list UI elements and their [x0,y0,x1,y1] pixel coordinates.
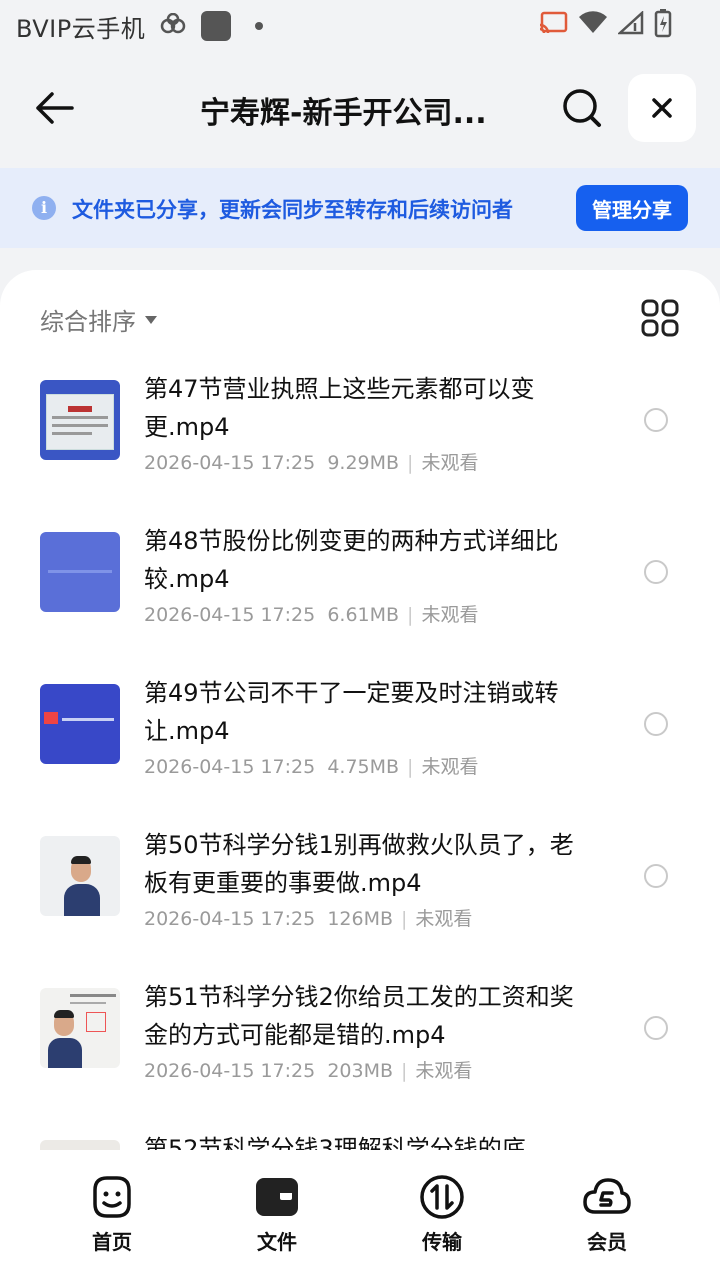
status-bar: BVIP云手机 [0,0,720,52]
wifi-icon [578,11,608,39]
file-row[interactable]: 第47节营业执照上这些元素都可以变更.mp4 2026-04-15 17:25 … [0,362,720,514]
close-button[interactable] [628,74,696,142]
nav-label: 会员 [587,1230,627,1254]
meta-divider: | [407,756,414,778]
dot-icon [255,22,264,30]
file-name: 第52节科学分钱3理解科学分钱的底 [144,1135,526,1150]
cloud-s-icon [583,1178,631,1214]
watch-status: 未观看 [421,756,479,778]
signal-icon [616,10,644,39]
file-row[interactable]: 第49节公司不干了一定要及时注销或转让.mp4 2026-04-15 17:25… [0,666,720,818]
file-name: 第50节科学分钱1别再做救火队员了，老板有更重要的事要做.mp4 [144,831,574,897]
nav-home[interactable]: 首页 [52,1174,172,1255]
link-icon [159,12,187,39]
video-thumbnail [40,836,120,916]
select-checkbox[interactable] [644,1016,668,1040]
file-name: 第49节公司不干了一定要及时注销或转让.mp4 [144,679,559,745]
arrow-left-icon [36,92,74,124]
file-row[interactable]: 第51节科学分钱2你给员工发的工资和奖金的方式可能都是错的.mp4 2026-0… [0,970,720,1122]
sort-dropdown[interactable]: 综合排序 [40,302,158,337]
share-notice-text: 文件夹已分享，更新会同步至转存和后续访问者 [72,198,513,222]
meta-divider: | [407,604,414,626]
file-meta: 2026-04-15 17:25 126MB | 未观看 [144,904,472,931]
video-thumbnail [40,532,120,612]
select-checkbox[interactable] [644,408,668,432]
file-list-panel: 综合排序 第47节营业执照上这些元素都可以变更.mp4 2026-04-15 1… [0,270,720,1150]
video-thumbnail [40,380,120,460]
status-app-label: BVIP云手机 [16,14,146,43]
sort-label: 综合排序 [40,308,136,336]
nav-membership[interactable]: 会员 [547,1174,667,1255]
back-button[interactable] [28,82,80,134]
file-date: 2026-04-15 17:25 [144,756,316,778]
grid-view-button[interactable] [640,298,680,338]
battery-icon [654,8,672,42]
select-checkbox[interactable] [644,864,668,888]
info-icon: i [32,196,56,220]
meta-divider: | [407,452,414,474]
page-title: 宁寿辉-新手开公司... [200,96,487,131]
file-date: 2026-04-15 17:25 [144,604,316,626]
grid-icon [641,299,679,337]
select-checkbox[interactable] [644,712,668,736]
app-square-icon [201,11,232,41]
file-meta: 2026-04-15 17:25 203MB | 未观看 [144,1056,472,1083]
nav-files[interactable]: 文件 [217,1174,337,1255]
file-name: 第51节科学分钱2你给员工发的工资和奖金的方式可能都是错的.mp4 [144,983,574,1049]
nav-label: 传输 [422,1230,462,1254]
search-button[interactable] [556,82,608,134]
nav-transfer[interactable]: 传输 [382,1174,502,1255]
file-size: 203MB [327,1060,394,1082]
meta-divider: | [401,1060,408,1082]
manage-share-button[interactable]: 管理分享 [576,185,688,231]
close-icon [652,98,672,118]
video-thumbnail [40,988,120,1068]
top-bar: 宁寿辉-新手开公司... [0,60,720,160]
file-row[interactable]: 第50节科学分钱1别再做救火队员了，老板有更重要的事要做.mp4 2026-04… [0,818,720,970]
file-size: 126MB [327,908,394,930]
meta-divider: | [401,908,408,930]
watch-status: 未观看 [421,604,479,626]
wallet-icon [256,1178,298,1216]
file-row[interactable]: 第52节科学分钱3理解科学分钱的底 [0,1122,720,1150]
watch-status: 未观看 [415,908,473,930]
file-meta: 2026-04-15 17:25 4.75MB | 未观看 [144,752,478,779]
file-meta: 2026-04-15 17:25 6.61MB | 未观看 [144,600,478,627]
file-row[interactable]: 第48节股份比例变更的两种方式详细比较.mp4 2026-04-15 17:25… [0,514,720,666]
select-checkbox[interactable] [644,560,668,584]
search-icon [563,89,601,127]
file-size: 4.75MB [327,756,400,778]
file-size: 6.61MB [327,604,400,626]
caret-down-icon [145,315,157,324]
video-thumbnail [40,1140,120,1150]
watch-status: 未观看 [415,1060,473,1082]
file-date: 2026-04-15 17:25 [144,908,316,930]
cast-icon [538,11,568,39]
video-thumbnail [40,684,120,764]
transfer-icon [420,1175,464,1219]
watch-status: 未观看 [421,452,479,474]
file-name: 第47节营业执照上这些元素都可以变更.mp4 [144,375,535,441]
file-date: 2026-04-15 17:25 [144,1060,316,1082]
file-meta: 2026-04-15 17:25 9.29MB | 未观看 [144,448,478,475]
nav-label: 首页 [92,1230,132,1254]
smiley-icon [93,1176,131,1218]
nav-label: 文件 [257,1230,297,1254]
file-date: 2026-04-15 17:25 [144,452,316,474]
file-size: 9.29MB [327,452,400,474]
file-name: 第48节股份比例变更的两种方式详细比较.mp4 [144,527,559,593]
bottom-navigation: 首页 文件 传输 会员 [0,1150,720,1280]
